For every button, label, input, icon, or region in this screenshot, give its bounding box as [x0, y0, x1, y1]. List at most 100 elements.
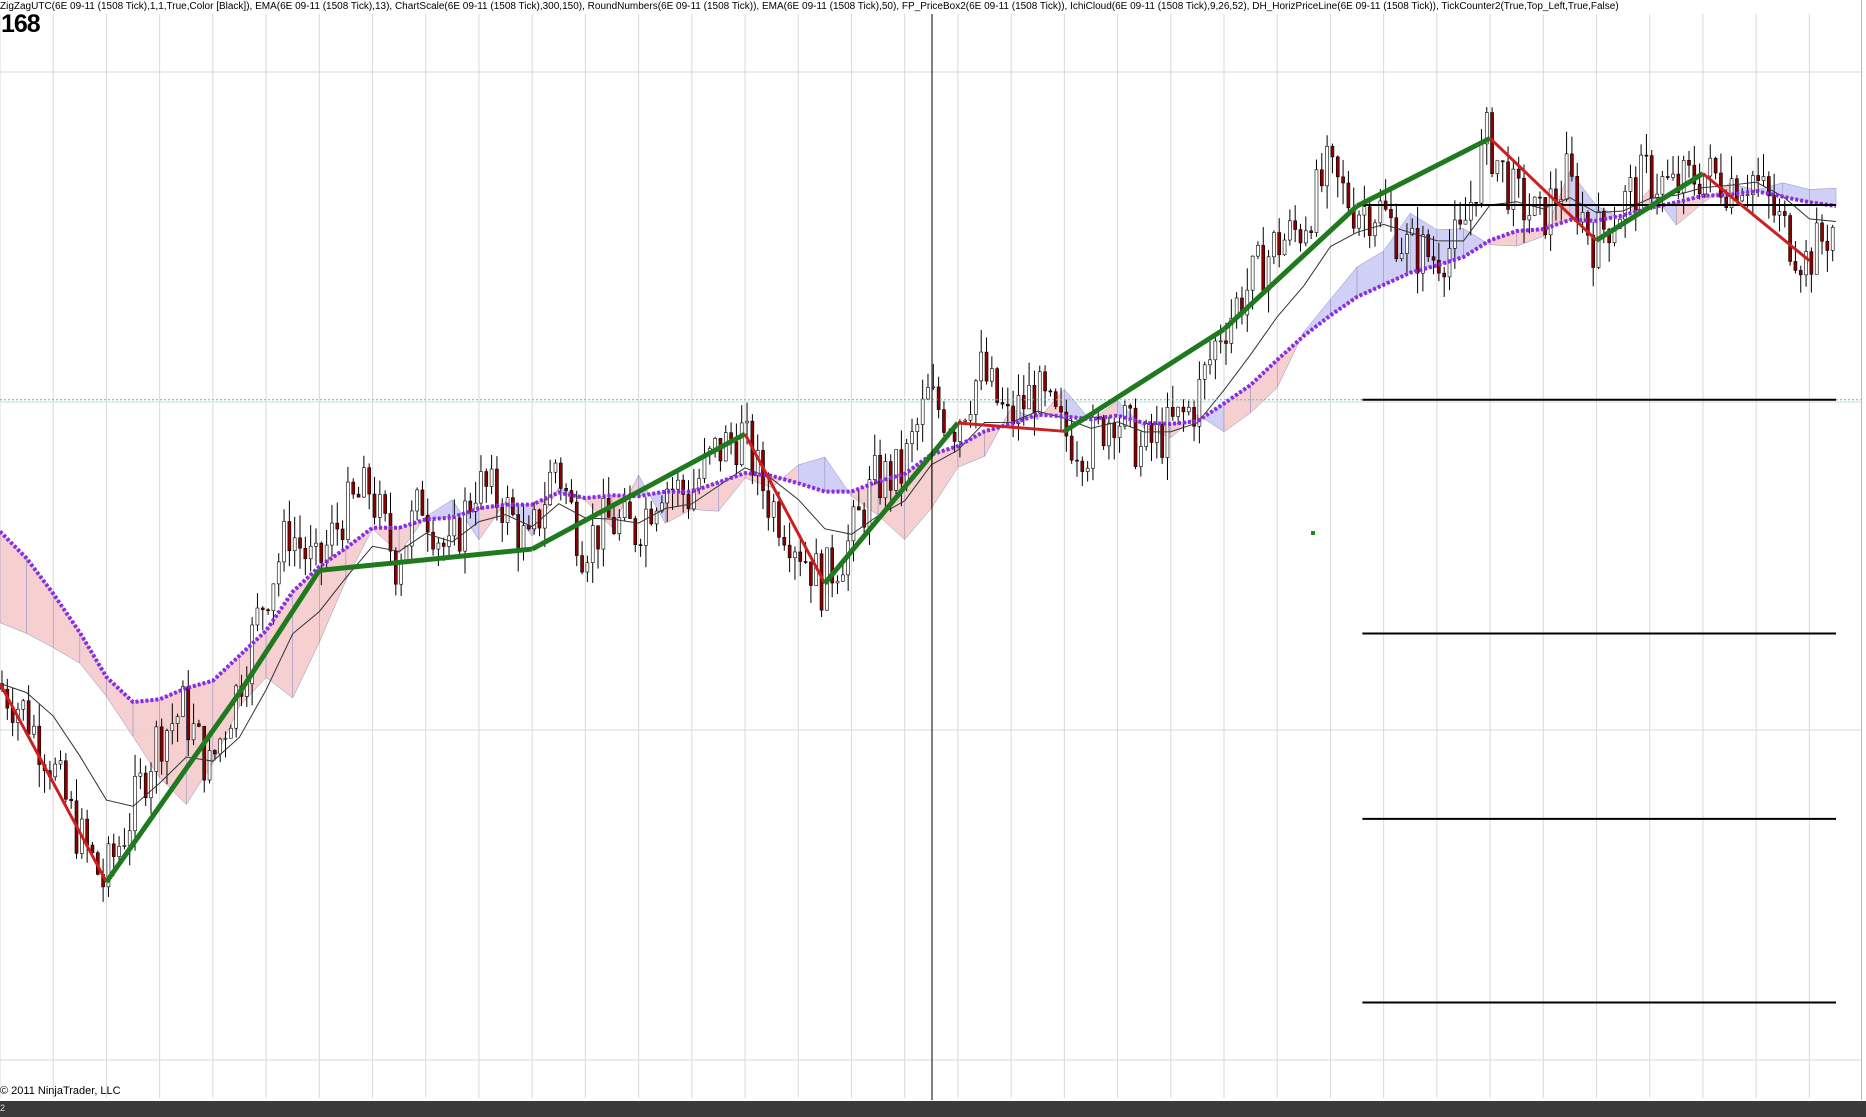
- candle-body: [1564, 153, 1569, 200]
- cloud-segment: [26, 557, 54, 648]
- candle-body: [1224, 340, 1228, 344]
- candle-body: [1756, 175, 1760, 181]
- candle-body: [1665, 176, 1670, 178]
- candle-body: [952, 431, 957, 442]
- candle-body: [1319, 169, 1324, 187]
- candle-body: [1735, 178, 1739, 202]
- candle-body: [1463, 219, 1468, 225]
- candle-body: [1575, 176, 1580, 223]
- candle-body: [878, 455, 882, 499]
- candle-body: [1809, 251, 1814, 275]
- candle-body: [223, 737, 228, 740]
- candle-body: [942, 409, 946, 433]
- candle-body: [1724, 196, 1729, 208]
- candle-body: [1346, 182, 1351, 209]
- price-axis-strip[interactable]: [1861, 0, 1866, 1100]
- candle-body: [1431, 256, 1436, 261]
- candle-body: [165, 730, 169, 762]
- candle-body: [436, 542, 441, 550]
- candle-body: [1538, 196, 1542, 199]
- candle-body: [1745, 194, 1750, 196]
- candle-body: [372, 493, 377, 518]
- candle-body: [574, 501, 579, 556]
- candle-body: [276, 561, 281, 585]
- candle-body: [1373, 222, 1377, 236]
- candle-body: [1453, 219, 1457, 249]
- candle-body: [362, 467, 366, 498]
- cloud-segment: [52, 592, 81, 664]
- candle-body: [856, 506, 861, 511]
- candle-body: [1788, 215, 1792, 262]
- candle-body: [159, 726, 164, 762]
- candle-body: [984, 351, 989, 382]
- candle-body: [314, 542, 318, 547]
- candle-body: [58, 760, 63, 765]
- candle-body: [399, 562, 403, 585]
- candle-body: [420, 489, 425, 516]
- candle-body: [1362, 206, 1367, 216]
- candle-body: [1330, 146, 1335, 158]
- candle-body: [990, 368, 994, 382]
- candle-body: [202, 726, 207, 781]
- horizontal-scrollbar[interactable]: [0, 1101, 1866, 1117]
- candle-body: [841, 574, 845, 582]
- candle-body: [803, 561, 808, 563]
- ichimoku-cloud: [0, 170, 1837, 806]
- cloud-segment: [931, 445, 959, 510]
- candle-body: [596, 525, 600, 550]
- candle-body: [899, 449, 904, 484]
- price-chart[interactable]: [0, 0, 1866, 1117]
- candle-body: [628, 501, 632, 519]
- candle-body: [564, 488, 568, 491]
- candle-body: [734, 441, 739, 465]
- candle-body: [351, 481, 356, 495]
- candle-body: [1500, 160, 1505, 163]
- candle-body: [1282, 239, 1287, 256]
- candle-body: [1644, 154, 1649, 157]
- candle-body: [782, 537, 787, 546]
- candle-body: [335, 522, 340, 530]
- candle-body: [787, 544, 792, 559]
- candle-body: [622, 501, 627, 519]
- candle-body: [26, 700, 31, 735]
- candle-body: [1112, 422, 1117, 438]
- candle-body: [809, 561, 813, 586]
- candle-body: [1075, 459, 1079, 462]
- candle-body: [457, 517, 462, 552]
- candle-body: [1288, 220, 1292, 241]
- copyright-text: © 2011 NinjaTrader, LLC: [0, 1085, 121, 1097]
- candle-body: [1660, 176, 1665, 195]
- candle-body: [1516, 168, 1521, 179]
- candle-body: [1149, 423, 1154, 443]
- candle-body: [1798, 270, 1803, 276]
- candle-body: [766, 490, 771, 518]
- up-trendline: [1355, 136, 1492, 209]
- candle-body: [1309, 230, 1313, 233]
- candle-body: [1186, 407, 1191, 413]
- candle-body: [452, 517, 457, 537]
- candle-body: [1202, 364, 1207, 380]
- candle-body: [1059, 406, 1063, 413]
- candle-body: [926, 387, 930, 400]
- price-marker: [1311, 531, 1315, 535]
- candle-body: [218, 738, 222, 755]
- candle-body: [1830, 226, 1835, 251]
- candle-body: [186, 686, 191, 741]
- cloud-segment: [984, 407, 1012, 458]
- candle-body: [1053, 391, 1058, 407]
- candle-body: [170, 723, 175, 732]
- candle-body: [340, 528, 345, 541]
- candle-body: [271, 583, 276, 611]
- cloud-segment: [372, 527, 400, 554]
- candle-body: [431, 531, 435, 550]
- candle-body: [590, 525, 595, 564]
- candle-body: [1474, 201, 1478, 204]
- candle-body: [21, 700, 26, 710]
- candle-body: [1170, 407, 1175, 417]
- price-levels: [0, 204, 1861, 1004]
- candle-body: [771, 501, 776, 518]
- candle-body: [638, 544, 643, 546]
- candle-body: [1820, 222, 1824, 242]
- candle-body: [963, 419, 968, 422]
- candle-body: [197, 723, 201, 727]
